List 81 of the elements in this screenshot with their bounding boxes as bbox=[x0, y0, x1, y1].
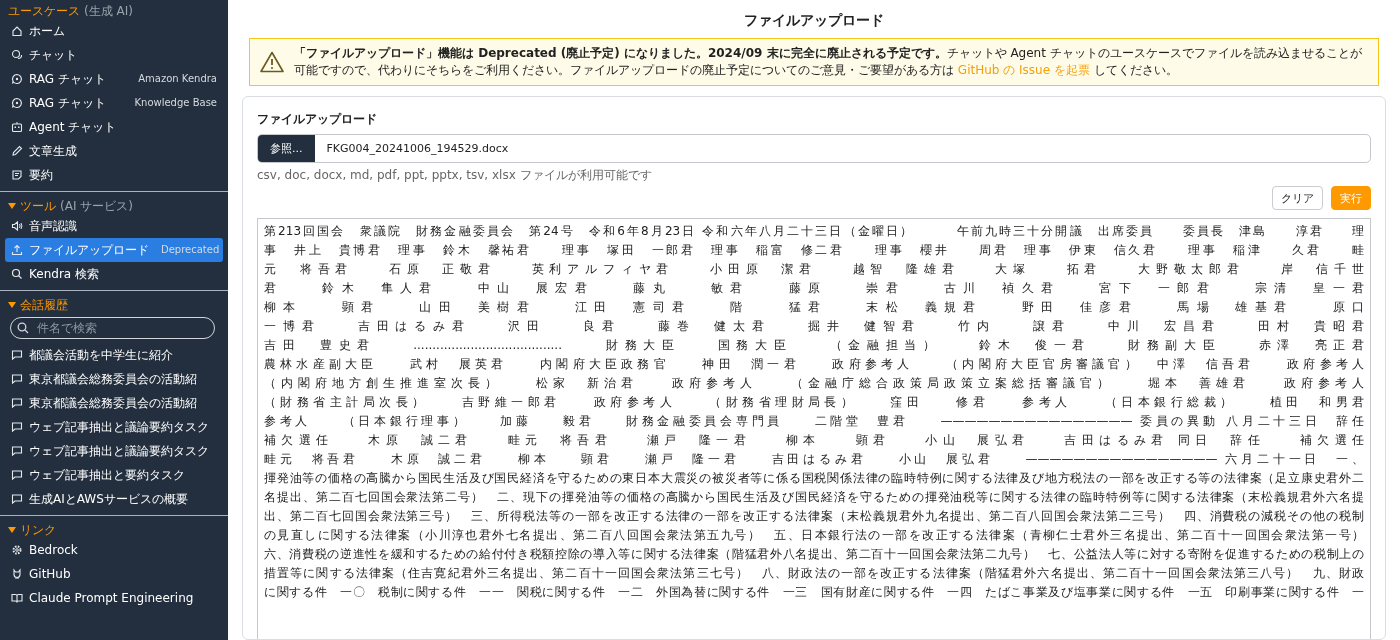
chat-bubble-icon bbox=[11, 469, 23, 481]
sidebar-item[interactable]: 東京都議会総務委員会の活動紹 bbox=[5, 367, 223, 391]
clear-button[interactable]: クリア bbox=[1272, 186, 1323, 210]
document-line: 元 将吾君 石原 正敬君 英利アルフィヤ君 小田原 潔君 越智 隆雄君 大塚 拓君 大野敬太郎君 岸 信千世 bbox=[264, 261, 1364, 278]
document-line: 六、消費税の逆進性を緩和するための給付付き税額控除の導入等に関する法律案（階猛君外八名提出、第二百十一回国会衆法第二九号） 七、公益法人等に対する寄附を促進するための税制上の bbox=[264, 546, 1364, 563]
sidebar-item[interactable]: 都議会活動を中学生に紹介 bbox=[5, 343, 223, 367]
chat-bubble-icon bbox=[11, 445, 23, 457]
chat-bubble-icon bbox=[11, 493, 23, 505]
document-line: 出、第二百七回国会衆法第三号） 三、所得税法等の一部を改正する法律の一部を改正する法律案（末松義規君外九名提出、第二百八回国会衆法第二三号） 四、消費税の減税その他の税制 bbox=[264, 508, 1364, 525]
search-icon bbox=[17, 322, 29, 334]
chat-bubble-icon bbox=[11, 373, 23, 385]
chat-icon bbox=[11, 73, 23, 85]
sidebar-item[interactable]: Agent チャット bbox=[5, 115, 223, 139]
sidebar-item[interactable]: Bedrock bbox=[5, 538, 223, 562]
sidebar-item[interactable]: 生成AIとAWSサービスの概要 bbox=[5, 487, 223, 511]
section-title: ツール bbox=[20, 197, 56, 215]
sidebar-item[interactable]: ファイルアップロード Deprecated bbox=[5, 238, 223, 262]
chat-bubble-icon bbox=[11, 349, 23, 361]
item-tag: Knowledge Base bbox=[128, 96, 217, 110]
document-line: 措置等に関する法律案（住吉寛紀君外三名提出、第二百十一回国会衆法第三七号） 八、財政法の一部を改正する法律案（階猛君外六名提出、第二百十一回国会衆法第三八号） 九、財政 bbox=[264, 565, 1364, 582]
chat-bubble-icon bbox=[11, 421, 23, 433]
document-line: 農林水産副大臣 武村 展英君 内閣府大臣政務官 神田 潤一君 政府参考人 （内閣府大臣官房審議官） 中澤 信吾君 政府参考人 bbox=[264, 356, 1364, 373]
document-line: 第213回国会 衆議院 財務金融委員会 第24号 令和6年8月23日 令和六年八月二十三日（金曜日） 午前九時三十分開議 出席委員 委員長 津島 淳君 理 bbox=[264, 223, 1364, 240]
document-line: の見直しに関する法律案（小川淳也君外七名提出、第二百八回国会衆法第五九号） 五、日本銀行法の一部を改正する法律案（青柳仁士君外三名提出、第二百十一回国会衆法第一号） bbox=[264, 527, 1364, 544]
sidebar-item[interactable]: ホーム bbox=[5, 19, 223, 43]
caret-icon[interactable] bbox=[8, 527, 16, 533]
item-tag: Deprecated bbox=[155, 243, 220, 257]
document-line: 事 井上 貴博君 理事 鈴木 馨祐君 理事 塚田 一郎君 理事 稲富 修二君 理事 櫻井 周君 理事 伊東 信久君 理事 稲津 久君 畦 bbox=[264, 242, 1364, 259]
chat-bubble-icon bbox=[11, 397, 23, 409]
document-line: 名提出、第二百七回国会衆法第二号） 二、現下の揮発油等の価格の高騰から国民生活及び国民経済を守るための揮発油税等に関する法律の臨時特例等に関する法律案（末松義規君外六名提 bbox=[264, 489, 1364, 506]
document-icon bbox=[11, 169, 23, 181]
document-line: 吉田 豊史君 ....................................... 財務大臣 国務大臣 （金融担当） 鈴木 俊一君 財務副大臣 赤澤 亮正君 bbox=[264, 337, 1364, 354]
chat-icon bbox=[11, 49, 23, 61]
section-title: リンク bbox=[20, 521, 56, 539]
browse-button[interactable]: 参照... bbox=[258, 135, 315, 162]
document-line: 揮発油等の価格の高騰から国民生活及び国民経済を守るための東日本大震災の被災者等に係る国税関係法律の臨時特例に関する法律及び地方税法の一部を改正する等の法律案（足立康史君外二 bbox=[264, 470, 1364, 487]
sidebar-item[interactable]: チャット bbox=[5, 43, 223, 67]
sidebar-item[interactable]: 音声認識 bbox=[5, 214, 223, 238]
home-icon bbox=[11, 25, 23, 37]
document-line: 一博君 吉田はるみ君 沢田 良君 藤巻 健太君 掘井 健智君 竹内 譲君 中川 宏昌君 田村 貴昭君 bbox=[264, 318, 1364, 335]
item-tag: Amazon Kendra bbox=[132, 72, 217, 86]
pencil-icon bbox=[11, 145, 23, 157]
warning-icon bbox=[260, 51, 284, 73]
upload-label: ファイルアップロード bbox=[257, 111, 378, 128]
document-line: （内閣府地方創生推進室次長） 松家 新治君 政府参考人 （金融庁総合政策局政策立案総括審議官） 堀本 善雄君 政府参考人 bbox=[264, 375, 1364, 392]
sidebar-item[interactable]: ウェブ記事抽出と要約タスク bbox=[5, 463, 223, 487]
document-text-area[interactable] bbox=[257, 218, 1371, 639]
section-title: ユースケース bbox=[8, 2, 80, 20]
warning-message: 「ファイルアップロード」機能は Deprecated (廃止予定) になりました。2024/09 末に完全に廃止される予定です。チャットや Agent チャットのユースケースでファイルを読み込ませることが可能ですので、代わりにそちらをご利用ください。ファイルアップロードの廃止予定についてのご意見・ご要望がある方は GitHub の Issue を起票 してください。 bbox=[294, 45, 1363, 79]
section-title: 会話履歴 bbox=[20, 296, 68, 314]
sidebar-item[interactable]: ウェブ記事抽出と議論要約タスク bbox=[5, 439, 223, 463]
document-line: に関する件 一〇 税制に関する件 一一 関税に関する件 一二 外国為替に関する件 一三 国有財産に関する件 一四 たばこ事業及び塩事業に関する件 一五 印刷事業に関する件 一 bbox=[264, 584, 1364, 601]
document-line: 君 鈴木 隼人君 中山 展宏君 藤丸 敏君 藤原 崇君 古川 禎久君 宮下 一郎君 宗清 皇一君 bbox=[264, 280, 1364, 297]
sidebar-item[interactable]: Claude Prompt Engineering bbox=[5, 586, 223, 610]
caret-icon[interactable] bbox=[8, 203, 16, 209]
sidebar-item[interactable]: 要約 bbox=[5, 163, 223, 187]
sidebar-item[interactable]: GitHub bbox=[5, 562, 223, 586]
search-icon bbox=[11, 268, 23, 280]
section-subtitle: (AI サービス) bbox=[60, 197, 133, 215]
upload-icon bbox=[11, 244, 23, 256]
document-line: 補欠選任 木原 誠二君 畦元 将吾君 瀬戸 隆一君 柳本 顕君 小山 展弘君 吉田はるみ君 同日 辞任 補欠選任 bbox=[264, 432, 1364, 449]
sidebar-item[interactable]: 文章生成 bbox=[5, 139, 223, 163]
sidebar-item[interactable]: Kendra 検索 bbox=[5, 262, 223, 286]
section-subtitle: (生成 AI) bbox=[84, 2, 133, 20]
sidebar-item[interactable]: RAG チャット Amazon Kendra bbox=[5, 67, 223, 91]
speaker-icon bbox=[11, 220, 23, 232]
sidebar-item[interactable]: ウェブ記事抽出と議論要約タスク bbox=[5, 415, 223, 439]
document-line: （財務省主計局次長） 吉野維一郎君 政府参考人 （財務省理財局長） 窪田 修君 参考人 （日本銀行総裁） 植田 和男君 bbox=[264, 394, 1364, 411]
page-title: ファイルアップロード bbox=[744, 12, 884, 30]
book-icon bbox=[11, 592, 23, 604]
caret-icon[interactable] bbox=[8, 302, 16, 308]
sidebar-item[interactable]: 東京都議会総務委員会の活動紹 bbox=[5, 391, 223, 415]
document-line: 畦元 将吾君 木原 誠二君 柳本 顕君 瀬戸 隆一君 吉田はるみ君 小山 展弘君 ———————————————— 六月二十一日 一、 bbox=[264, 451, 1364, 468]
file-input[interactable]: 参照... FKG004_20241006_194529.docx bbox=[257, 134, 1371, 163]
chat-icon bbox=[11, 97, 23, 109]
document-line: 参考人 （日本銀行理事） 加藤 毅君 財務金融委員会専門員 二階堂 豊君 ———————————————— 委員の異動 八月二十三日 辞任 bbox=[264, 413, 1364, 430]
robot-icon bbox=[11, 121, 23, 133]
sidebar-item[interactable]: RAG チャット Knowledge Base bbox=[5, 91, 223, 115]
file-type-hint: csv, doc, docx, md, pdf, ppt, pptx, tsv, xlsx ファイルが利用可能です bbox=[257, 167, 653, 184]
search-field[interactable]: 件名で検索 bbox=[10, 317, 215, 339]
document-line: 柳本 顕君 山田 美樹君 江田 憲司君 階 猛君 末松 義規君 野田 佳彦君 馬場 雄基君 原口 bbox=[264, 299, 1364, 316]
